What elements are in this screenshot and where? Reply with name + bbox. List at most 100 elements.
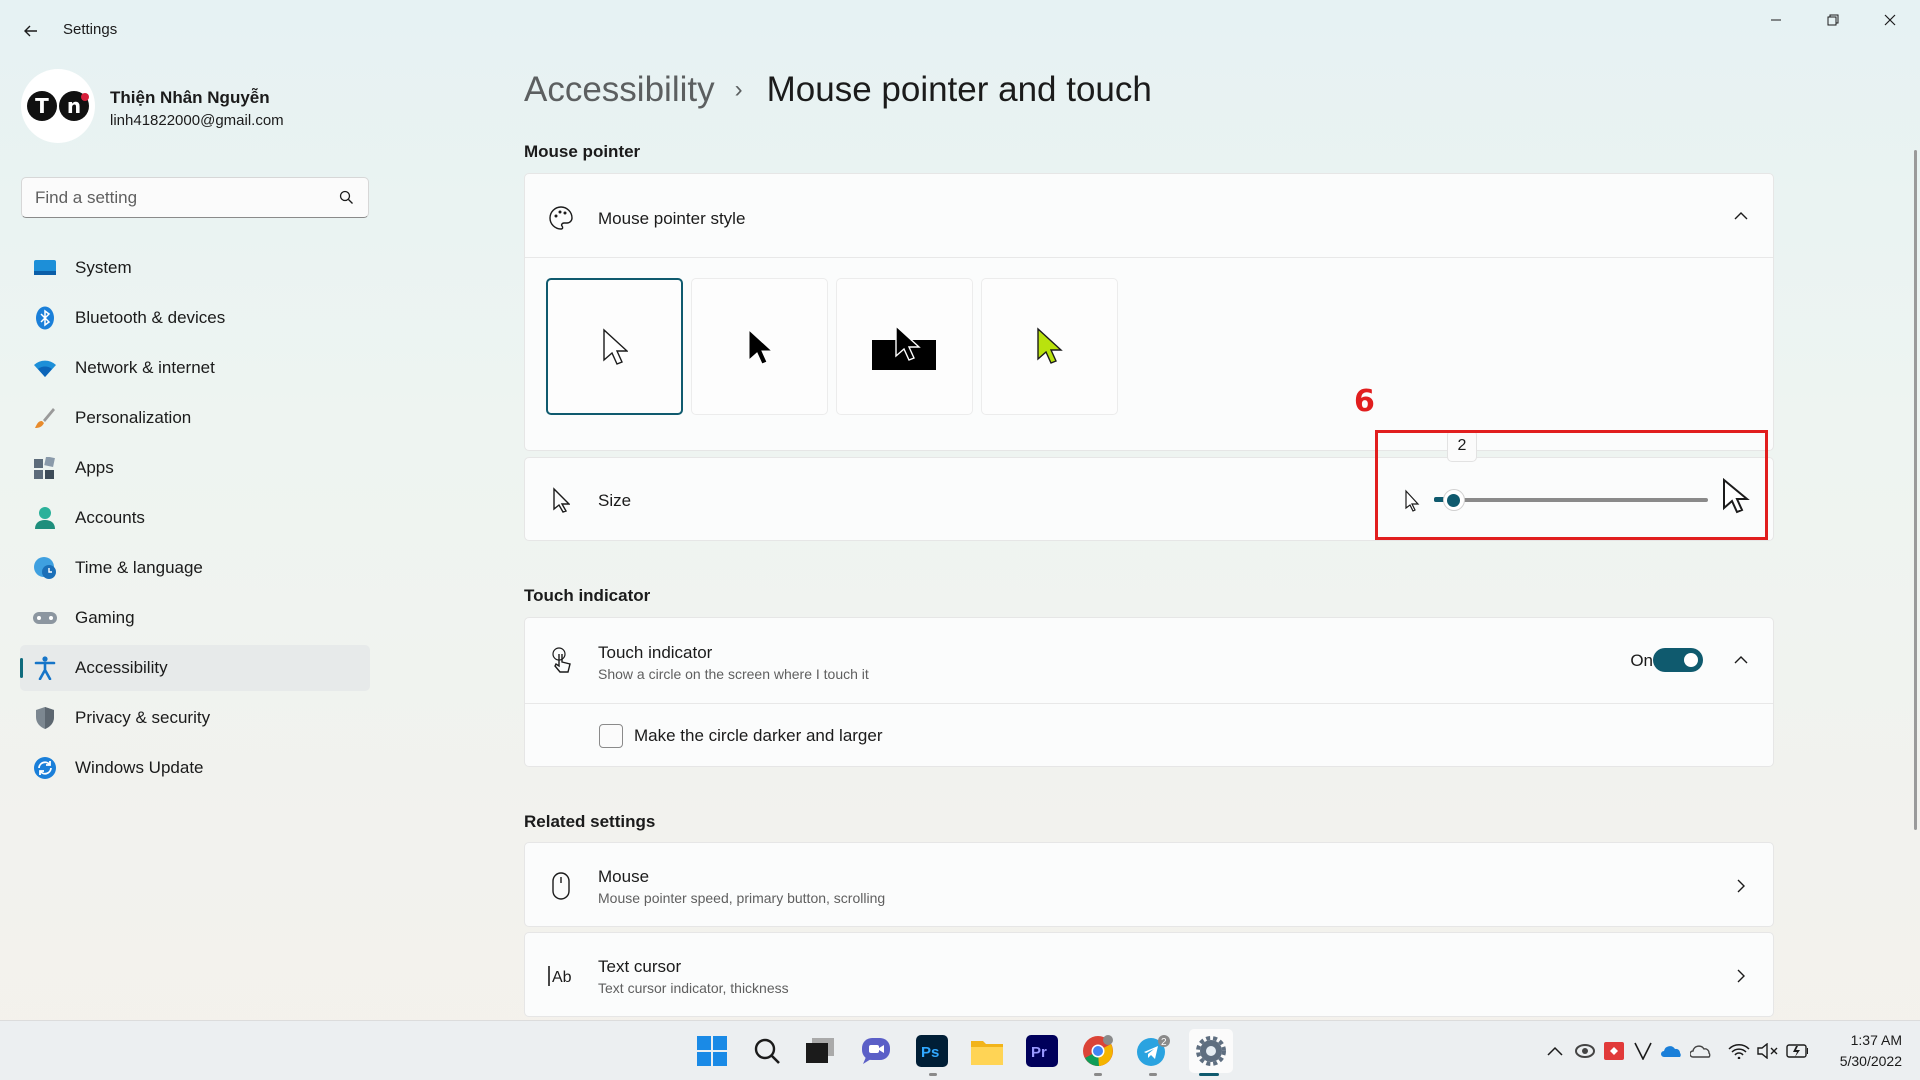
sidebar-item-label: Apps	[75, 458, 114, 477]
search-box[interactable]	[21, 177, 369, 218]
running-indicator	[929, 1073, 937, 1076]
chrome-icon[interactable]	[1080, 1033, 1116, 1069]
clock-time: 1:37 AM	[1850, 1032, 1902, 1048]
minimize-icon	[1771, 19, 1781, 21]
sidebar-item-personalization[interactable]: Personalization	[20, 395, 370, 441]
sidebar-item-privacy[interactable]: Privacy & security	[20, 695, 370, 741]
tray-red-app-icon[interactable]	[1603, 1040, 1625, 1062]
collapse-button[interactable]	[1731, 206, 1751, 226]
onedrive-icon[interactable]	[1661, 1040, 1683, 1062]
sidebar-nav: System Bluetooth & devices Network & int…	[20, 245, 370, 795]
sidebar-item-system[interactable]: System	[20, 245, 370, 291]
avatar: T n	[21, 69, 95, 143]
annotation-box	[1375, 430, 1768, 540]
sidebar-item-windows-update[interactable]: Windows Update	[20, 745, 370, 791]
wifi-tray-icon[interactable]	[1728, 1040, 1750, 1062]
sidebar-item-bluetooth[interactable]: Bluetooth & devices	[20, 295, 370, 341]
task-view-icon[interactable]	[803, 1033, 839, 1069]
related-text-cursor-title: Text cursor	[598, 957, 682, 976]
yellow-cursor-icon	[1036, 326, 1063, 364]
restore-button[interactable]	[1810, 6, 1856, 34]
volume-muted-icon[interactable]	[1757, 1040, 1779, 1062]
title-bar: Settings	[0, 0, 1920, 60]
clock[interactable]: 1:37 AM 5/30/2022	[1840, 1030, 1902, 1072]
search-input[interactable]	[22, 178, 322, 217]
sidebar-item-label: Gaming	[75, 608, 135, 627]
pointer-style-inverted[interactable]	[836, 278, 973, 415]
size-title: Size	[598, 491, 632, 510]
cursor-icon	[547, 486, 575, 514]
chat-icon[interactable]	[858, 1033, 894, 1069]
cloud-icon[interactable]	[1690, 1040, 1712, 1062]
related-mouse-card[interactable]: Mouse Mouse pointer speed, primary butto…	[524, 842, 1774, 927]
mouse-pointer-style-card: Mouse pointer style	[524, 173, 1774, 451]
mouse-pointer-style-title: Mouse pointer style	[598, 209, 746, 228]
running-indicator	[1094, 1073, 1102, 1076]
pointer-style-black[interactable]	[691, 278, 828, 415]
sidebar-item-label: Windows Update	[75, 758, 204, 777]
apps-icon	[33, 456, 57, 480]
telegram-icon[interactable]: 2	[1135, 1033, 1171, 1069]
mouse-icon	[547, 872, 575, 900]
battery-icon[interactable]	[1786, 1040, 1808, 1062]
photoshop-label: Ps	[921, 1044, 939, 1061]
chevron-right-icon	[1731, 966, 1751, 986]
touch-indicator-toggle[interactable]	[1653, 648, 1703, 672]
user-profile[interactable]: T n Thiện Nhân Nguyễn linh41822000@gmail…	[21, 69, 371, 144]
accessibility-icon	[33, 656, 57, 680]
bluetooth-icon	[33, 306, 57, 330]
touch-indicator-subtitle: Show a circle on the screen where I touc…	[598, 666, 869, 682]
darker-circle-option: Make the circle darker and larger	[525, 704, 1773, 767]
inverted-cursor-icon	[871, 323, 936, 370]
avatar-dot	[81, 93, 89, 101]
tray-app-icon[interactable]	[1574, 1040, 1596, 1062]
back-button[interactable]	[18, 18, 44, 44]
breadcrumb-parent[interactable]: Accessibility	[524, 70, 715, 110]
premiere-icon[interactable]: Pr	[1024, 1033, 1060, 1069]
divider	[525, 257, 1773, 258]
collapse-button[interactable]	[1731, 650, 1751, 670]
pointer-style-custom[interactable]	[981, 278, 1118, 415]
sidebar-item-label: Privacy & security	[75, 708, 211, 727]
scrollbar[interactable]	[1914, 150, 1917, 830]
svg-text:Ab: Ab	[552, 969, 572, 986]
related-text-cursor-subtitle: Text cursor indicator, thickness	[598, 980, 789, 996]
pointer-style-white[interactable]	[546, 278, 683, 415]
person-icon	[33, 506, 57, 530]
close-button[interactable]	[1867, 6, 1913, 34]
palette-icon	[547, 204, 575, 232]
sidebar-item-accounts[interactable]: Accounts	[20, 495, 370, 541]
touch-indicator-card: Touch indicator Show a circle on the scr…	[524, 617, 1774, 767]
chevron-right-icon	[1731, 876, 1751, 896]
breadcrumb-separator: ›	[734, 76, 743, 103]
profile-name: Thiện Nhân Nguyễn	[110, 88, 270, 107]
settings-icon[interactable]	[1189, 1029, 1233, 1073]
start-icon[interactable]	[694, 1033, 730, 1069]
profile-email: linh41822000@gmail.com	[110, 112, 284, 129]
darker-circle-checkbox[interactable]	[599, 724, 623, 748]
chevron-up-icon[interactable]	[1544, 1040, 1566, 1062]
avatar-initial-left: T	[27, 91, 57, 121]
search-icon[interactable]	[749, 1033, 785, 1069]
darker-circle-label: Make the circle darker and larger	[634, 726, 883, 745]
sidebar-item-label: Personalization	[75, 408, 192, 427]
search-icon	[339, 190, 353, 204]
related-text-cursor-card[interactable]: Ab Text cursor Text cursor indicator, th…	[524, 932, 1774, 1017]
update-icon	[33, 756, 57, 780]
sidebar-item-time-language[interactable]: Time & language	[20, 545, 370, 591]
tray-v-icon[interactable]	[1632, 1040, 1654, 1062]
photoshop-icon[interactable]: Ps	[914, 1033, 950, 1069]
minimize-button[interactable]	[1753, 6, 1799, 34]
sidebar-item-gaming[interactable]: Gaming	[20, 595, 370, 641]
brush-icon	[33, 406, 57, 430]
chevron-up-icon	[1734, 212, 1748, 220]
sidebar-item-label: Network & internet	[75, 358, 215, 377]
running-indicator	[1149, 1073, 1157, 1076]
sidebar-item-network[interactable]: Network & internet	[20, 345, 370, 391]
clock-date: 5/30/2022	[1839, 1053, 1902, 1069]
file-explorer-icon[interactable]	[969, 1033, 1005, 1069]
related-mouse-subtitle: Mouse pointer speed, primary button, scr…	[598, 890, 886, 906]
sidebar-item-apps[interactable]: Apps	[20, 445, 370, 491]
sidebar-item-accessibility[interactable]: Accessibility	[20, 645, 370, 691]
section-title-mouse-pointer: Mouse pointer	[524, 142, 641, 161]
